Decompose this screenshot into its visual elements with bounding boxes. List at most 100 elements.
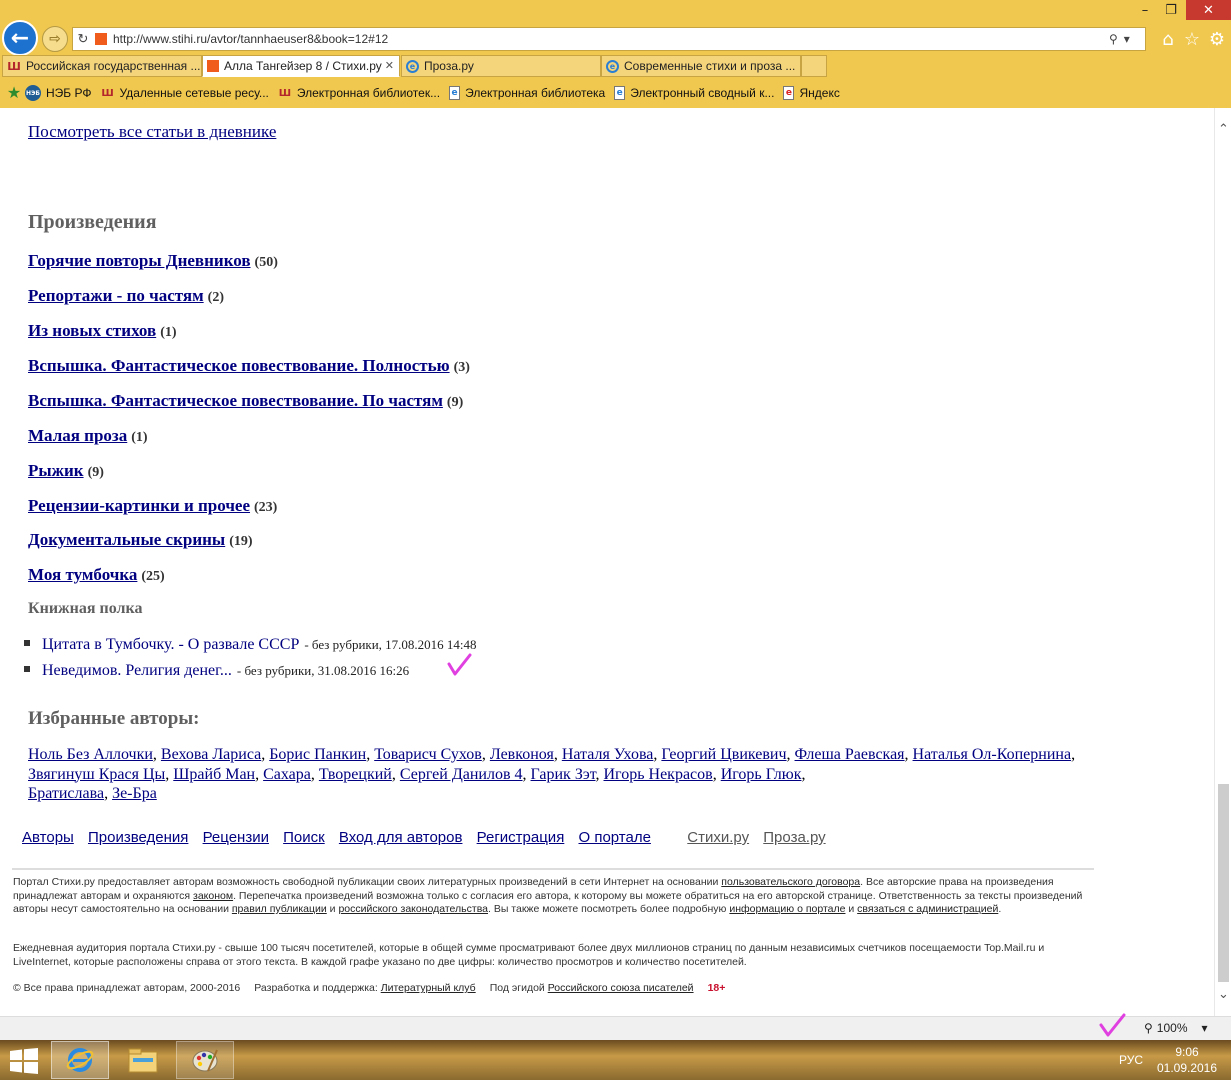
- publication-rules-link[interactable]: правил публикации: [232, 903, 327, 915]
- restore-button[interactable]: ❐: [1158, 0, 1184, 20]
- footer-link-stihi[interactable]: Стихи.ру: [687, 829, 749, 846]
- work-link[interactable]: Вспышка. Фантастическое повествование. П…: [28, 391, 443, 410]
- favorites-star-icon[interactable]: ☆: [1181, 28, 1203, 50]
- zoom-control[interactable]: ⚲ 100% ▾: [1144, 1021, 1208, 1035]
- language-indicator[interactable]: РУС: [1119, 1053, 1143, 1067]
- favorite-item[interactable]: e Электронный сводный к...: [614, 86, 774, 100]
- author-link[interactable]: Наталья Ол-Копернина: [913, 746, 1072, 763]
- home-icon[interactable]: ⌂: [1157, 28, 1179, 50]
- scroll-thumb[interactable]: [1218, 784, 1229, 982]
- tab-modern[interactable]: e Современные стихи и проза ...: [601, 55, 801, 77]
- bullet-icon: [24, 666, 30, 672]
- contact-admin-link[interactable]: связаться с администрацией: [857, 903, 998, 915]
- bookshelf-meta: - без рубрики, 31.08.2016 16:26: [236, 663, 410, 678]
- work-count: (1): [131, 430, 148, 445]
- tab-stihi-active[interactable]: Алла Тангейзер 8 / Стихи.ру ✕: [202, 55, 400, 77]
- favorite-item[interactable]: Ш Удаленные сетевые ресу...: [101, 86, 269, 100]
- work-count: (1): [160, 325, 177, 340]
- footer-link-register[interactable]: Регистрация: [477, 829, 565, 846]
- diary-all-articles-link[interactable]: Посмотреть все статьи в дневнике: [28, 122, 276, 142]
- close-window-button[interactable]: ✕: [1186, 0, 1231, 20]
- work-link[interactable]: Документальные скрины: [28, 530, 225, 549]
- yandex-favicon-icon: e: [783, 86, 795, 100]
- chevron-up-icon[interactable]: ⌃: [1217, 122, 1230, 137]
- work-count: (3): [453, 360, 470, 375]
- bookshelf-item: Неведимов. Религия денег... - без рубрики…: [24, 662, 409, 680]
- author-link[interactable]: Вехова Лариса: [161, 746, 261, 763]
- author-link[interactable]: Творецкий: [319, 766, 392, 783]
- arrow-left-icon: ←: [10, 25, 30, 51]
- author-link[interactable]: Шрайб Ман: [173, 766, 255, 783]
- favorites-add-icon[interactable]: ★: [3, 83, 25, 103]
- back-button[interactable]: ←: [2, 20, 38, 56]
- tab-label: Проза.ру: [424, 59, 474, 73]
- work-link[interactable]: Малая проза: [28, 426, 127, 445]
- tab-rsl[interactable]: Ш Российская государственная ...: [2, 55, 202, 77]
- chevron-down-icon[interactable]: ⌄: [1217, 987, 1230, 1002]
- footer-link-login[interactable]: Вход для авторов: [339, 829, 463, 846]
- author-link[interactable]: Георгий Цвикевич: [661, 746, 786, 763]
- new-tab-button[interactable]: [801, 55, 827, 77]
- tab-proza[interactable]: e Проза.ру: [401, 55, 601, 77]
- author-link[interactable]: Левконоя: [490, 746, 554, 763]
- work-link[interactable]: Рыжик: [28, 461, 84, 480]
- taskbar-ie-button[interactable]: [51, 1041, 109, 1079]
- search-icon[interactable]: ⚲: [1109, 32, 1118, 46]
- favorite-item[interactable]: НЭБ НЭБ РФ: [25, 85, 92, 101]
- tab-close-icon[interactable]: ✕: [385, 59, 394, 72]
- gear-icon[interactable]: ⚙: [1206, 28, 1228, 50]
- taskbar-paint-button[interactable]: [176, 1041, 234, 1079]
- favorite-item[interactable]: e Электронная библиотека: [449, 86, 605, 100]
- minimize-button[interactable]: –: [1132, 0, 1158, 20]
- favorite-item[interactable]: e Яндекс: [783, 86, 840, 100]
- stihi-favicon-icon: [207, 60, 219, 72]
- work-link[interactable]: Рецензии-картинки и прочее: [28, 496, 250, 515]
- author-link[interactable]: Зе-Бра: [112, 785, 157, 802]
- check-mark-icon: [1099, 1013, 1126, 1037]
- address-bar[interactable]: ↻ http://www.stihi.ru/avtor/tannhaeuser8…: [72, 27, 1146, 51]
- footer-link-reviews[interactable]: Рецензии: [203, 829, 269, 846]
- portal-info-link[interactable]: информацию о портале: [729, 903, 845, 915]
- vertical-scrollbar[interactable]: ⌃ ⌄: [1214, 108, 1231, 1016]
- refresh-icon[interactable]: ↻: [73, 31, 93, 47]
- url-text[interactable]: http://www.stihi.ru/avtor/tannhaeuser8&b…: [113, 32, 1109, 46]
- author-link[interactable]: Флеша Раевская: [795, 746, 905, 763]
- work-link[interactable]: Из новых стихов: [28, 321, 156, 340]
- author-link[interactable]: Игорь Некрасов: [604, 766, 713, 783]
- forward-button[interactable]: ⇨: [42, 26, 68, 52]
- work-link[interactable]: Репортажи - по частям: [28, 286, 204, 305]
- author-link[interactable]: Сахара: [263, 766, 311, 783]
- bookshelf-link[interactable]: Неведимов. Религия денег...: [42, 662, 232, 680]
- author-link[interactable]: Сергей Данилов 4: [400, 766, 523, 783]
- author-link[interactable]: Ноль Без Аллочки: [28, 746, 153, 763]
- work-link[interactable]: Моя тумбочка: [28, 565, 137, 584]
- russian-law-link[interactable]: российского законодательства: [338, 903, 488, 915]
- author-link[interactable]: Звягинуш Крася Цы: [28, 766, 165, 783]
- footer-link-about[interactable]: О портале: [578, 829, 650, 846]
- footer-link-works[interactable]: Произведения: [88, 829, 188, 846]
- dropdown-icon[interactable]: ▾: [1124, 32, 1130, 46]
- system-clock[interactable]: 9:06 01.09.2016: [1155, 1044, 1219, 1076]
- taskbar-explorer-button[interactable]: [114, 1041, 172, 1079]
- author-link[interactable]: Гарик Зэт: [531, 766, 596, 783]
- author-link[interactable]: Братислава: [28, 785, 104, 802]
- footer-link-authors[interactable]: Авторы: [22, 829, 74, 846]
- author-link[interactable]: Борис Панкин: [269, 746, 366, 763]
- user-agreement-link[interactable]: пользовательского договора: [721, 876, 860, 888]
- bookshelf-link[interactable]: Цитата в Тумбочку. - О развале СССР: [42, 636, 299, 654]
- author-link[interactable]: Наталя Ухова: [562, 746, 654, 763]
- favorite-item[interactable]: Ш Электронная библиотек...: [278, 86, 440, 100]
- windows-start-icon[interactable]: [10, 1048, 38, 1074]
- work-link[interactable]: Вспышка. Фантастическое повествование. П…: [28, 356, 450, 375]
- law-link[interactable]: законом: [193, 890, 233, 902]
- work-item: Рыжик (9): [28, 461, 104, 481]
- windows-taskbar: РУС 9:06 01.09.2016: [0, 1040, 1231, 1080]
- footer-link-proza[interactable]: Проза.ру: [763, 829, 825, 846]
- author-link[interactable]: Игорь Глюк: [721, 766, 802, 783]
- author-link[interactable]: Товарисч Сухов: [374, 746, 482, 763]
- writers-union-link[interactable]: Российского союза писателей: [548, 982, 694, 994]
- footer-link-search[interactable]: Поиск: [283, 829, 325, 846]
- clock-date: 01.09.2016: [1156, 1061, 1218, 1075]
- lit-club-link[interactable]: Литературный клуб: [381, 982, 476, 994]
- work-link[interactable]: Горячие повторы Дневников: [28, 251, 251, 270]
